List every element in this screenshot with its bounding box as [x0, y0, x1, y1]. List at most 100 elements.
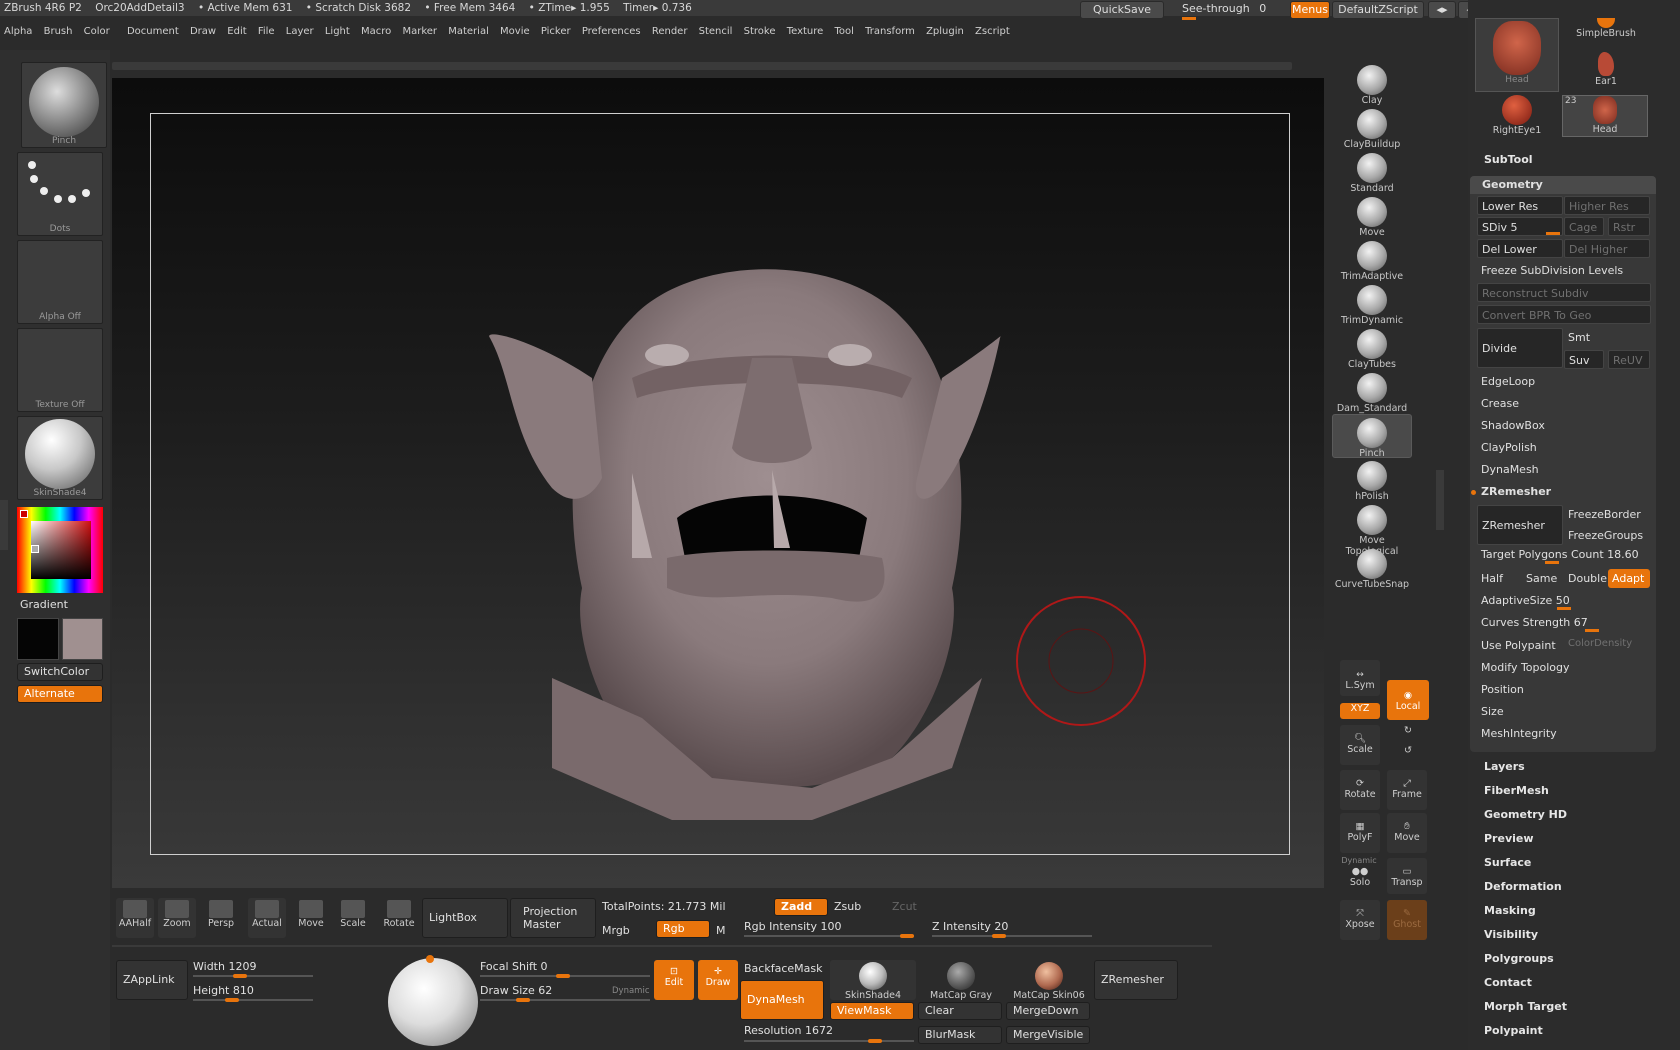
layout-prev-icon[interactable]: ◂▸ [1428, 1, 1456, 19]
width-track[interactable] [193, 974, 313, 978]
transp-button[interactable]: ▭ Transp [1387, 858, 1427, 894]
menu-zplugin[interactable]: Zplugin [922, 22, 968, 42]
masking-menu[interactable]: Masking [1484, 904, 1536, 917]
secondary-color-swatch[interactable] [62, 618, 103, 660]
aahalf-button[interactable]: AAHalf [116, 898, 154, 938]
seethrough-knob[interactable] [1182, 17, 1196, 20]
morph-target-menu[interactable]: Morph Target [1484, 1000, 1567, 1013]
menu-preferences[interactable]: Preferences [578, 22, 645, 42]
subtool-thumb-ear1[interactable]: Ear1 [1562, 52, 1650, 92]
size-menu[interactable]: Size [1477, 702, 1651, 721]
curves-strength-knob[interactable] [1585, 629, 1599, 632]
menu-edit[interactable]: Edit [223, 22, 250, 42]
z-intensity-track[interactable] [932, 934, 1092, 938]
menu-stroke[interactable]: Stroke [740, 22, 780, 42]
rgb-intensity-slider[interactable]: Rgb Intensity 100 [744, 920, 841, 933]
menu-picker[interactable]: Picker [537, 22, 575, 42]
width-knob[interactable] [233, 974, 247, 978]
brush-claytubes[interactable]: ClayTubes [1332, 326, 1412, 370]
rgb-button[interactable]: Rgb [656, 920, 710, 938]
brush-pinch[interactable]: Pinch [1332, 414, 1412, 459]
mergevisible-button[interactable]: MergeVisible [1006, 1026, 1090, 1044]
cage-button[interactable]: Cage [1564, 217, 1604, 236]
menu-texture[interactable]: Texture [783, 22, 828, 42]
scale-button[interactable]: 🔍︎ Scale [1340, 725, 1380, 765]
move-view-button[interactable]: ✋︎ Move [1387, 813, 1427, 853]
z-intensity-slider[interactable]: Z Intensity 20 [932, 920, 1008, 933]
color-square[interactable] [31, 521, 91, 579]
deformation-menu[interactable]: Deformation [1484, 880, 1562, 893]
zremesher-menu[interactable]: ZRemesher [1477, 482, 1651, 501]
local-button[interactable]: ◉ Local [1387, 680, 1429, 720]
geometry-hd-menu[interactable]: Geometry HD [1484, 808, 1567, 821]
higher-res-button[interactable]: Higher Res [1564, 196, 1650, 215]
resolution-track[interactable] [744, 1039, 914, 1043]
rotate-button[interactable]: ⟳ Rotate [1340, 770, 1380, 810]
menu-brush[interactable]: Brush [40, 22, 77, 42]
persp-button[interactable]: Persp [202, 898, 240, 938]
dynamesh-menu[interactable]: DynaMesh [1477, 460, 1651, 479]
menu-file[interactable]: File [254, 22, 279, 42]
contact-menu[interactable]: Contact [1484, 976, 1532, 989]
sdiv-slider[interactable]: SDiv 5 [1477, 217, 1563, 236]
focal-shift-knob[interactable] [556, 974, 570, 978]
rotate-axis-icon[interactable]: ↻ [1398, 725, 1418, 736]
use-polypaint-button[interactable]: Use Polypaint [1477, 636, 1563, 655]
adaptivesize-knob[interactable] [1557, 607, 1571, 610]
adaptivesize-slider[interactable]: AdaptiveSize 50 [1477, 591, 1651, 610]
target-polygons-knob[interactable] [1545, 561, 1559, 564]
focal-shift-slider[interactable]: Focal Shift 0 [480, 960, 548, 973]
edit-button[interactable]: ⊡ Edit [654, 960, 694, 1000]
del-higher-button[interactable]: Del Higher [1564, 239, 1650, 258]
smt-button[interactable]: Smt [1564, 328, 1650, 347]
zapplink-button[interactable]: ZAppLink [116, 960, 188, 1000]
reconstruct-subdiv-button[interactable]: Reconstruct Subdiv [1477, 283, 1651, 302]
menu-material[interactable]: Material [444, 22, 493, 42]
mergedown-button[interactable]: MergeDown [1006, 1002, 1090, 1020]
menu-stencil[interactable]: Stencil [695, 22, 737, 42]
same-button[interactable]: Same [1522, 569, 1562, 588]
scale-tool-button[interactable]: Scale [334, 898, 372, 938]
brush-standard[interactable]: Standard [1332, 150, 1412, 194]
divide-button[interactable]: Divide [1477, 328, 1563, 368]
dynamesh-button[interactable]: DynaMesh [740, 980, 824, 1020]
zsub-button[interactable]: Zsub [834, 900, 861, 913]
polygroups-menu[interactable]: Polygroups [1484, 952, 1554, 965]
projection-master-button[interactable]: Projection Master [510, 898, 596, 938]
menu-draw[interactable]: Draw [186, 22, 220, 42]
menu-color[interactable]: Color [80, 22, 114, 42]
brush-hpolish[interactable]: hPolish [1332, 458, 1412, 502]
material-thumbnail[interactable]: SkinShade4 [17, 416, 103, 500]
brush-curvetubesnap[interactable]: CurveTubeSnap [1332, 546, 1412, 590]
rotate-axis2-icon[interactable]: ↺ [1398, 745, 1418, 756]
m-button[interactable]: M [716, 924, 726, 937]
draw-size-knob[interactable] [516, 998, 530, 1002]
meshintegrity-menu[interactable]: MeshIntegrity [1477, 724, 1651, 743]
menu-tool[interactable]: Tool [831, 22, 858, 42]
brush-move[interactable]: Move [1332, 194, 1412, 238]
zadd-button[interactable]: Zadd [774, 898, 828, 916]
menu-render[interactable]: Render [648, 22, 692, 42]
rgb-intensity-track[interactable] [744, 934, 914, 938]
subtool-thumb-simplebrush[interactable]: SimpleBrush [1562, 18, 1650, 48]
brush-dam-standard[interactable]: Dam_Standard [1332, 370, 1412, 414]
draw-size-preview-sphere[interactable] [388, 958, 478, 1046]
menu-transform[interactable]: Transform [861, 22, 919, 42]
resolution-knob[interactable] [868, 1039, 882, 1043]
frame-button[interactable]: ⤢ Frame [1387, 770, 1427, 810]
resolution-slider[interactable]: Resolution 1672 [744, 1024, 833, 1037]
position-menu[interactable]: Position [1477, 680, 1651, 699]
lightbox-button[interactable]: LightBox [422, 898, 508, 938]
width-slider[interactable]: Width 1209 [193, 960, 256, 973]
menu-macro[interactable]: Macro [357, 22, 395, 42]
backfacemask-button[interactable]: BackfaceMask [744, 962, 822, 975]
double-button[interactable]: Double [1564, 569, 1608, 588]
colordensity-slider[interactable]: ColorDensity [1564, 634, 1650, 653]
edgeloop-menu[interactable]: EdgeLoop [1477, 372, 1651, 391]
zremesher-shelf-button[interactable]: ZRemesher [1094, 960, 1178, 1000]
adapt-button[interactable]: Adapt [1608, 569, 1650, 588]
blurmask-button[interactable]: BlurMask [918, 1026, 1002, 1044]
zcut-button[interactable]: Zcut [892, 900, 917, 913]
menu-document[interactable]: Document [123, 22, 183, 42]
height-slider[interactable]: Height 810 [193, 984, 254, 997]
